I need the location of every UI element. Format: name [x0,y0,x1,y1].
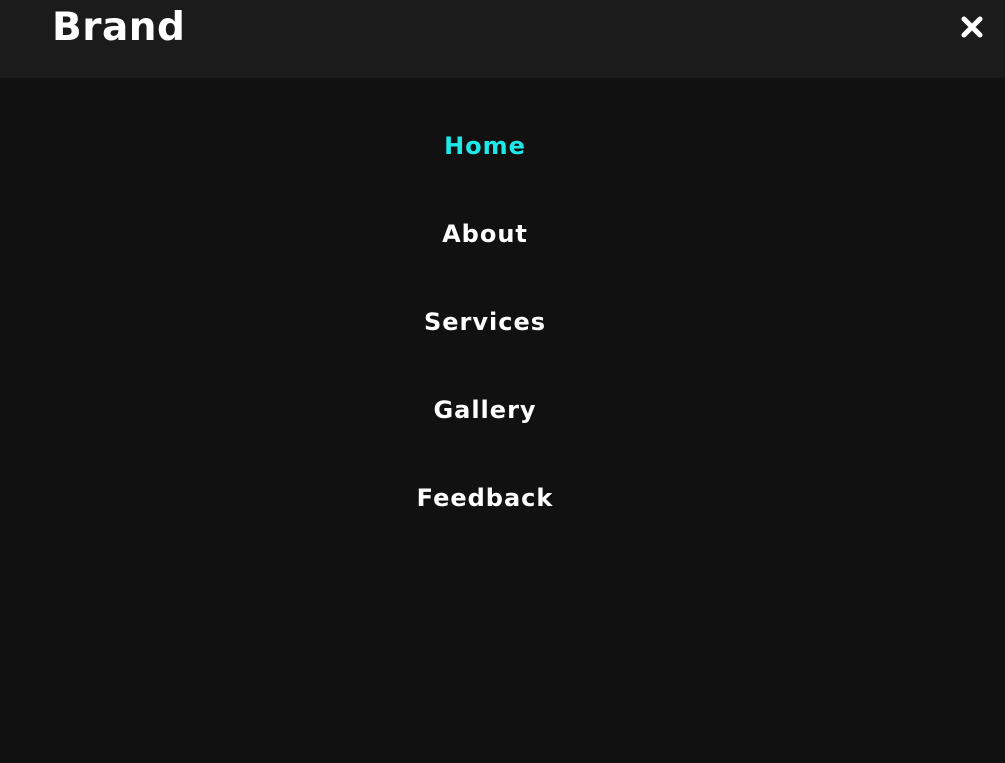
nav-item-services: Services [0,298,970,386]
nav-link-gallery[interactable]: Gallery [433,386,536,434]
close-icon [956,11,988,43]
main-navigation: Home About Services Gallery Feedback [0,122,970,562]
nav-item-feedback: Feedback [0,474,970,562]
nav-item-home: Home [0,122,970,210]
mobile-menu-overlay: Brand Home About Services Gallery Feedba… [0,0,1005,763]
nav-link-feedback[interactable]: Feedback [417,474,554,522]
brand-logo[interactable]: Brand [52,3,185,53]
top-header: Brand [0,0,1005,78]
nav-link-services[interactable]: Services [424,298,546,346]
close-menu-button[interactable] [956,11,988,43]
nav-link-about[interactable]: About [442,210,528,258]
nav-item-gallery: Gallery [0,386,970,474]
nav-item-about: About [0,210,970,298]
nav-link-home[interactable]: Home [444,122,526,170]
